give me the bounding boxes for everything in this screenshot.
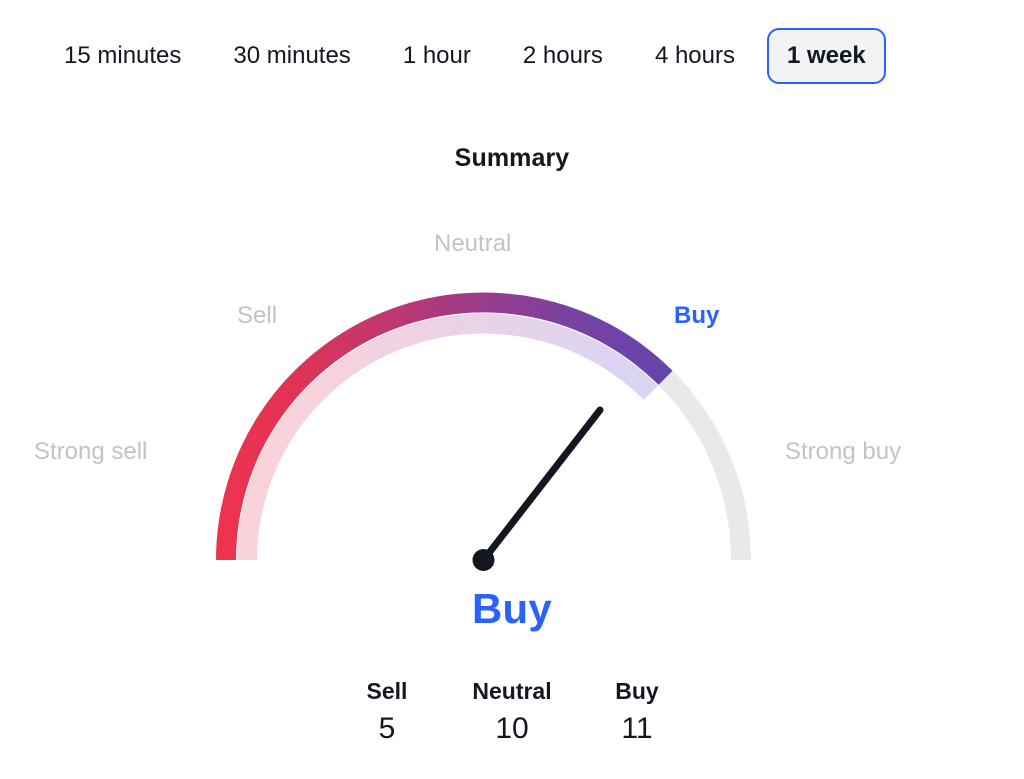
gauge-svg [216, 292, 751, 571]
count-value-neutral: 10 [495, 712, 529, 745]
count-label-buy: Buy [615, 678, 659, 704]
interval-tab-30-minutes[interactable]: 30 minutes [213, 28, 370, 84]
count-value-buy: 11 [621, 712, 653, 745]
interval-tab-1-week[interactable]: 1 week [767, 28, 886, 84]
interval-tab-2-hours[interactable]: 2 hours [503, 28, 623, 84]
interval-tab-15-minutes[interactable]: 15 minutes [44, 28, 201, 84]
gauge-label-strong-sell: Strong sell [34, 438, 148, 465]
gauge-label-neutral: Neutral [434, 230, 512, 257]
summary-gauge: Strong sell Sell Neutral Buy Strong buy [0, 185, 1024, 605]
interval-tab-1-hour[interactable]: 1 hour [383, 28, 491, 84]
count-label-neutral: Neutral [472, 678, 552, 704]
gauge-needle-pivot [472, 549, 495, 571]
gauge-label-strong-buy: Strong buy [785, 438, 902, 465]
gauge-label-buy: Buy [674, 302, 720, 329]
summary-verdict: Buy [472, 585, 552, 632]
count-value-sell: 5 [378, 712, 396, 745]
count-cell-buy: Buy 11 [575, 676, 700, 750]
count-cell-neutral: Neutral 10 [450, 676, 575, 750]
gauge-needle [472, 406, 604, 571]
gauge-inner-band [237, 313, 658, 560]
gauge-label-sell: Sell [237, 302, 278, 329]
gauge-track-remaining [658, 370, 751, 560]
count-label-sell: Sell [366, 678, 408, 704]
indicator-counts: Sell 5 Neutral 10 Buy 11 [0, 676, 1024, 750]
count-cell-sell: Sell 5 [325, 676, 450, 750]
interval-tab-4-hours[interactable]: 4 hours [635, 28, 755, 84]
interval-tab-bar: 15 minutes 30 minutes 1 hour 2 hours 4 h… [0, 0, 1024, 112]
page-title: Summary [454, 144, 570, 172]
